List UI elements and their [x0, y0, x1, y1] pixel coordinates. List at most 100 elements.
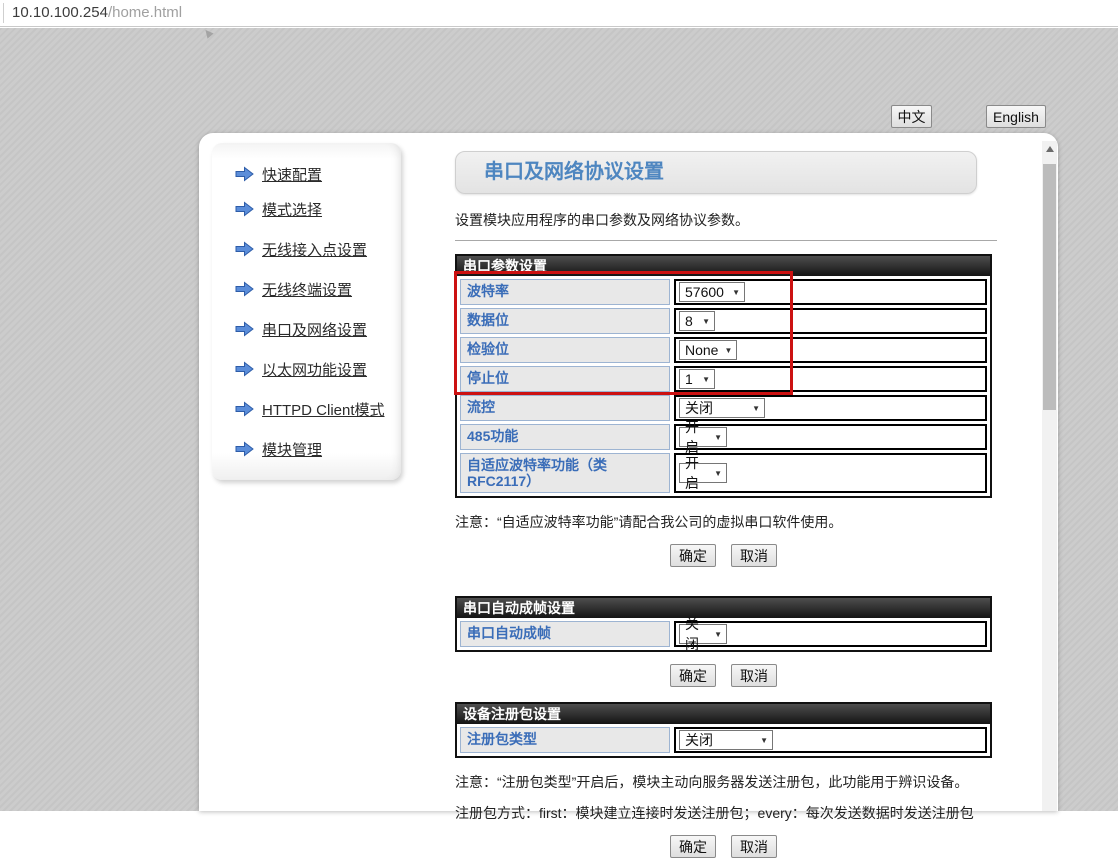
row-value-cell: 1▼ [674, 366, 987, 392]
scroll-up-icon [1046, 146, 1054, 152]
sidebar-item-ap-settings[interactable]: 无线接入点设置 [235, 239, 401, 259]
row-value-cell: 关闭▼ [674, 621, 987, 647]
table-row-auto-framing: 串口自动成帧 关闭▼ [460, 621, 987, 647]
ok-button[interactable]: 确定 [670, 664, 716, 687]
sidebar-item-label[interactable]: 模块管理 [262, 439, 322, 460]
row-value-cell: 关闭▼ [674, 395, 987, 421]
scrollbar-thumb[interactable] [1043, 164, 1056, 410]
dropdown-arrow-icon: ▼ [724, 346, 732, 355]
sidebar-item-label[interactable]: 无线终端设置 [262, 279, 352, 300]
right-arrow-icon [235, 241, 254, 257]
dropdown-arrow-icon: ▼ [702, 317, 710, 326]
stop-bits-select[interactable]: 1▼ [679, 369, 715, 389]
ok-button[interactable]: 确定 [670, 835, 716, 858]
serial-params-actions: 确定 取消 [455, 544, 992, 567]
right-arrow-icon [235, 201, 254, 217]
table-row-baud-rate: 波特率 57600▼ [460, 279, 987, 305]
row-label: 流控 [460, 395, 670, 421]
table-header: 串口参数设置 [457, 256, 990, 276]
dropdown-arrow-icon: ▼ [714, 469, 722, 478]
right-arrow-icon [235, 166, 254, 182]
right-arrow-icon [235, 281, 254, 297]
cancel-button[interactable]: 取消 [731, 835, 777, 858]
sidebar-item-uart-network[interactable]: 串口及网络设置 [235, 319, 401, 339]
sidebar-item-quick-config[interactable]: 快速配置 [235, 164, 401, 184]
parity-select[interactable]: None▼ [679, 340, 737, 360]
row-value-cell: 开启▼ [674, 424, 987, 450]
table-header: 串口自动成帧设置 [457, 598, 990, 618]
row-value-cell: None▼ [674, 337, 987, 363]
main-content: 串口及网络协议设置 设置模块应用程序的串口参数及网络协议参数。 串口参数设置 波… [455, 151, 992, 858]
sidebar-item-httpd-client[interactable]: HTTPD Client模式 [235, 399, 401, 419]
adaptive-baud-select[interactable]: 开启▼ [679, 463, 727, 483]
page-url[interactable]: 10.10.100.254/home.html [12, 4, 182, 21]
language-english-button[interactable]: English [986, 105, 1046, 128]
ok-button[interactable]: 确定 [670, 544, 716, 567]
section-divider [455, 240, 997, 241]
row-value-cell: 8▼ [674, 308, 987, 334]
sidebar-item-label[interactable]: HTTPD Client模式 [262, 399, 385, 420]
dropdown-arrow-icon: ▼ [714, 433, 722, 442]
row-label: 波特率 [460, 279, 670, 305]
sidebar-item-module-management[interactable]: 模块管理 [235, 439, 401, 459]
language-chinese-button[interactable]: 中文 [891, 105, 932, 128]
sidebar-item-label[interactable]: 串口及网络设置 [262, 319, 367, 340]
baud-rate-select[interactable]: 57600▼ [679, 282, 745, 302]
dropdown-arrow-icon: ▼ [760, 736, 768, 745]
row-label: 停止位 [460, 366, 670, 392]
sidebar-item-label[interactable]: 模式选择 [262, 199, 322, 220]
auto-framing-table: 串口自动成帧设置 串口自动成帧 关闭▼ [455, 596, 992, 652]
row-label: 注册包类型 [460, 727, 670, 753]
row-label: 检验位 [460, 337, 670, 363]
table-row-stop-bits: 停止位 1▼ [460, 366, 987, 392]
right-arrow-icon [235, 361, 254, 377]
cancel-button[interactable]: 取消 [731, 664, 777, 687]
table-row-register-type: 注册包类型 关闭▼ [460, 727, 987, 753]
register-type-select[interactable]: 关闭▼ [679, 730, 773, 750]
flow-control-select[interactable]: 关闭▼ [679, 398, 765, 418]
sidebar-item-ethernet[interactable]: 以太网功能设置 [235, 359, 401, 379]
auto-framing-select[interactable]: 关闭▼ [679, 624, 727, 644]
register-packet-table: 设备注册包设置 注册包类型 关闭▼ [455, 702, 992, 758]
sidebar-item-mode-select[interactable]: 模式选择 [235, 199, 401, 219]
right-arrow-icon [235, 321, 254, 337]
row-value-cell: 开启▼ [674, 453, 987, 493]
page-title: 串口及网络协议设置 [455, 151, 977, 194]
data-bits-select[interactable]: 8▼ [679, 311, 715, 331]
cancel-button[interactable]: 取消 [731, 544, 777, 567]
table-row-data-bits: 数据位 8▼ [460, 308, 987, 334]
dropdown-arrow-icon: ▼ [714, 630, 722, 639]
table-row-485-function: 485功能 开启▼ [460, 424, 987, 450]
row-label: 485功能 [460, 424, 670, 450]
row-value-cell: 57600▼ [674, 279, 987, 305]
url-path: /home.html [108, 4, 182, 21]
sidebar-item-label[interactable]: 快速配置 [262, 164, 322, 185]
right-arrow-icon [235, 401, 254, 417]
dropdown-arrow-icon: ▼ [752, 404, 760, 413]
table-header: 设备注册包设置 [457, 704, 990, 724]
dropdown-arrow-icon: ▼ [702, 375, 710, 384]
note-adaptive-baud: 注意：“自适应波特率功能”请配合我公司的虚拟串口软件使用。 [455, 512, 992, 532]
sidebar-menu: 快速配置 模式选择 无线接入点设置 无线终端设置 串口及网络设置 以太网功能设置… [212, 143, 401, 480]
scrollbar-up-button[interactable] [1042, 141, 1057, 156]
note-register-mode: 注册包方式：first：模块建立连接时发送注册包；every：每次发送数据时发送… [455, 803, 992, 823]
register-packet-actions: 确定 取消 [455, 835, 992, 858]
sidebar-item-label[interactable]: 无线接入点设置 [262, 239, 367, 260]
table-row-flow-control: 流控 关闭▼ [460, 395, 987, 421]
note-register-packet: 注意：“注册包类型”开启后，模块主动向服务器发送注册包，此功能用于辨识设备。 [455, 772, 992, 792]
browser-address-bar: 10.10.100.254/home.html [0, 0, 1118, 27]
serial-params-table: 串口参数设置 波特率 57600▼ 数据位 8▼ 检验位 None▼ 停止位 1… [455, 254, 992, 498]
dropdown-arrow-icon: ▼ [732, 288, 740, 297]
row-label: 自适应波特率功能（类RFC2117） [460, 453, 670, 493]
table-row-adaptive-baud: 自适应波特率功能（类RFC2117） 开启▼ [460, 453, 987, 493]
table-row-parity: 检验位 None▼ [460, 337, 987, 363]
sidebar-item-sta-settings[interactable]: 无线终端设置 [235, 279, 401, 299]
row-label: 数据位 [460, 308, 670, 334]
right-arrow-icon [235, 441, 254, 457]
sidebar-item-label[interactable]: 以太网功能设置 [262, 359, 367, 380]
rs485-select[interactable]: 开启▼ [679, 427, 727, 447]
page-description: 设置模块应用程序的串口参数及网络协议参数。 [455, 210, 992, 230]
row-label: 串口自动成帧 [460, 621, 670, 647]
url-host: 10.10.100.254 [12, 4, 108, 21]
row-value-cell: 关闭▼ [674, 727, 987, 753]
